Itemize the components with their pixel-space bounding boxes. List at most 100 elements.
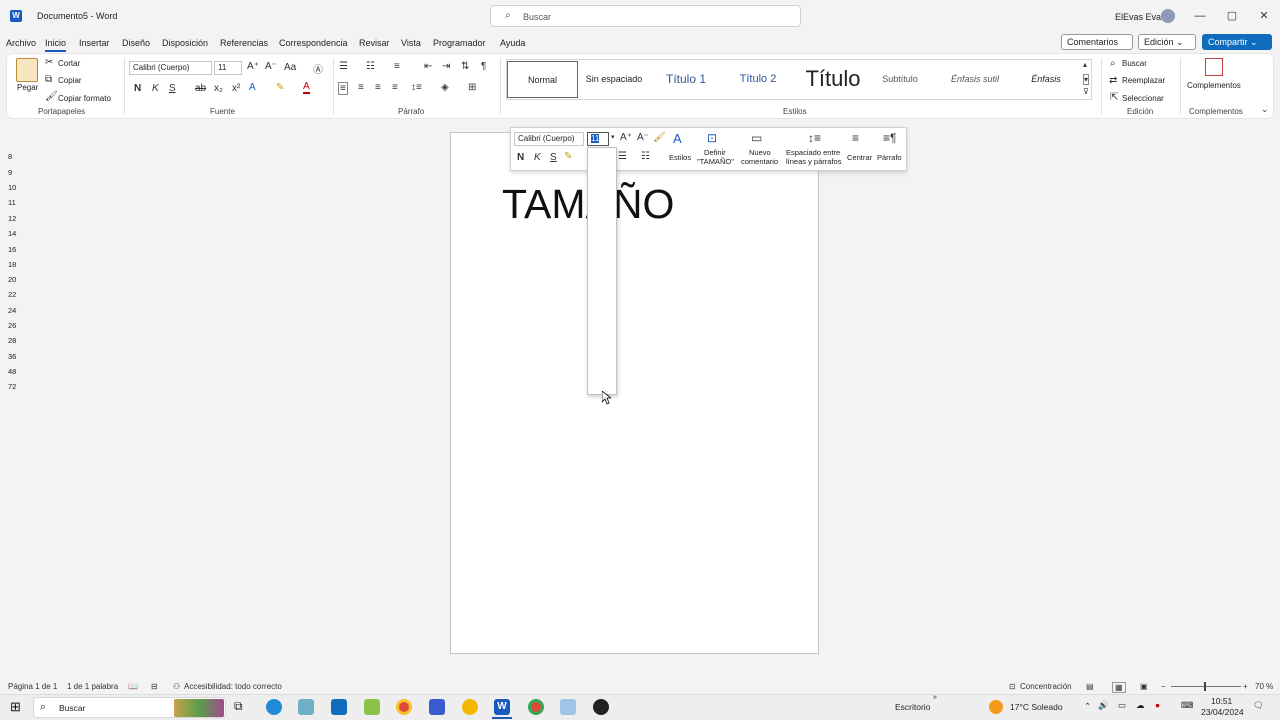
menu-revisar[interactable]: Revisar — [359, 38, 390, 48]
keyboard-icon[interactable]: ⌨ — [1181, 700, 1193, 711]
replace-button[interactable]: Reemplazar — [1122, 76, 1165, 85]
increase-indent-icon[interactable]: ⇥ — [442, 61, 450, 72]
mini-font-combo[interactable]: Calibri (Cuerpo) — [514, 132, 584, 146]
weather-text[interactable]: 17°C Soleado — [1010, 702, 1063, 712]
menu-archivo[interactable]: Archivo — [6, 38, 36, 48]
mini-bold-button[interactable]: N — [517, 152, 524, 163]
size-option[interactable]: 10 — [8, 183, 16, 192]
mini-comment-line2[interactable]: comentario — [741, 157, 778, 166]
paste-label[interactable]: Pegar — [17, 83, 38, 92]
dark-app-icon[interactable] — [593, 699, 609, 715]
size-option[interactable]: 26 — [8, 321, 16, 330]
focus-button[interactable]: Concentración — [1020, 682, 1072, 691]
zoom-slider[interactable] — [1171, 686, 1241, 687]
styles-scroll-down-icon[interactable]: ▾ — [1083, 74, 1090, 85]
styles-expand-icon[interactable]: ⊽ — [1083, 87, 1089, 96]
taskbar-search[interactable]: ⌕ Buscar — [33, 697, 226, 718]
edge-icon[interactable] — [266, 699, 282, 715]
style-title[interactable]: Título — [798, 59, 868, 99]
mini-define-line1[interactable]: Definir — [704, 148, 726, 157]
read-mode-icon[interactable]: ▤ — [1086, 682, 1094, 691]
size-option[interactable]: 22 — [8, 290, 16, 299]
menu-vista[interactable]: Vista — [401, 38, 421, 48]
style-subtitle[interactable]: Subtítulo — [872, 59, 928, 99]
style-heading-2[interactable]: Título 2 — [730, 59, 786, 99]
strikethrough-icon[interactable]: ab — [195, 83, 206, 94]
mini-bullets-icon[interactable]: ☰ — [618, 151, 627, 162]
pen-app-icon[interactable] — [298, 699, 314, 715]
chevron-up-icon[interactable]: ⌃ — [1084, 701, 1091, 712]
comments-button[interactable]: Comentarios — [1061, 34, 1133, 50]
line-spacing-icon[interactable]: ↕≡ — [411, 82, 422, 93]
grow-font-icon[interactable]: A⁺ — [247, 61, 259, 72]
bullets-icon[interactable]: ☰ — [339, 61, 348, 72]
zoom-level[interactable]: 70 % — [1255, 682, 1273, 691]
style-emphasis[interactable]: Énfasis — [1020, 59, 1072, 99]
mini-define-line2[interactable]: "TAMAÑO" — [697, 157, 734, 166]
title-search-box[interactable]: ⌕ Buscar — [490, 5, 801, 27]
word-taskbar-icon[interactable]: W — [494, 699, 510, 715]
spelling-icon[interactable]: 📖 — [128, 682, 138, 691]
size-option[interactable]: 14 — [8, 229, 16, 238]
borders-icon[interactable]: ⊞ — [468, 82, 476, 93]
notifications-icon[interactable]: 🗨 — [1253, 700, 1264, 711]
mini-paragraph-button[interactable]: Párrafo — [877, 153, 902, 162]
bold-button[interactable]: N — [134, 83, 141, 94]
style-normal[interactable]: Normal — [507, 61, 578, 98]
style-subtle-emphasis[interactable]: Énfasis sutil — [943, 59, 1007, 99]
size-option[interactable]: 72 — [8, 382, 16, 391]
web-layout-icon[interactable]: ▣ — [1140, 682, 1148, 691]
style-heading-1[interactable]: Título 1 — [656, 59, 716, 99]
size-option[interactable]: 24 — [8, 306, 16, 315]
size-option[interactable]: 12 — [8, 214, 16, 223]
paste-icon[interactable] — [16, 58, 38, 82]
notes-app-icon[interactable] — [364, 699, 380, 715]
user-name[interactable]: ElEvas Evas — [1115, 12, 1166, 22]
justify-icon[interactable]: ≡ — [392, 82, 398, 93]
menu-diseno[interactable]: Diseño — [122, 38, 150, 48]
size-option[interactable]: 18 — [8, 260, 16, 269]
print-layout-icon[interactable]: ▦ — [1112, 682, 1126, 693]
store-icon[interactable] — [331, 699, 347, 715]
align-left-icon[interactable]: ≡ — [338, 82, 348, 95]
multilevel-list-icon[interactable]: ≡ — [394, 61, 400, 72]
chrome-icon[interactable] — [396, 699, 412, 715]
tablet-app-icon[interactable] — [560, 699, 576, 715]
font-color-icon[interactable]: A — [303, 82, 310, 94]
mini-grow-font-icon[interactable]: A⁺ — [620, 132, 632, 143]
mini-spacing-line2[interactable]: líneas y párrafos — [786, 157, 841, 166]
mini-spacing-line1[interactable]: Espaciado entre — [786, 148, 840, 157]
copy-button[interactable]: Copiar — [58, 76, 82, 85]
zoom-in-icon[interactable]: + — [1243, 682, 1248, 691]
mini-size-dropdown-icon[interactable]: ▾ — [611, 133, 615, 141]
size-option[interactable]: 20 — [8, 275, 16, 284]
user-avatar[interactable] — [1161, 9, 1175, 23]
volume-icon[interactable]: 🔊 — [1098, 700, 1109, 711]
mini-italic-button[interactable]: K — [534, 152, 541, 163]
size-option[interactable]: 8 — [8, 152, 12, 161]
format-painter-button[interactable]: Copiar formato — [58, 94, 111, 103]
menu-insertar[interactable]: Insertar — [79, 38, 110, 48]
minimize-button[interactable]: — — [1190, 7, 1210, 25]
menu-inicio[interactable]: Inicio — [45, 38, 67, 52]
zoom-slider-thumb[interactable] — [1204, 682, 1206, 691]
menu-disposicion[interactable]: Disposición — [162, 38, 208, 48]
maximize-button[interactable]: ▢ — [1222, 7, 1242, 25]
sort-icon[interactable]: ⇅ — [461, 61, 469, 72]
mini-define-icon[interactable]: ⊡ — [707, 131, 717, 145]
mini-center-button[interactable]: Centrar — [847, 153, 872, 162]
share-button[interactable]: Compartir ⌄ — [1202, 34, 1272, 50]
menu-referencias[interactable]: Referencias — [220, 38, 268, 48]
desktop-toolbar[interactable]: Escritorio — [895, 702, 930, 712]
notification-app-icon[interactable]: ● — [1155, 700, 1160, 710]
mini-numbering-icon[interactable]: ☷ — [641, 151, 650, 162]
mini-spacing-icon[interactable]: ↕≡ — [808, 131, 821, 145]
show-marks-icon[interactable]: ¶ — [481, 61, 486, 72]
size-option[interactable]: 9 — [8, 168, 12, 177]
size-option[interactable]: 11 — [8, 198, 16, 207]
mini-shrink-font-icon[interactable]: A⁻ — [637, 132, 649, 143]
mini-styles-icon[interactable]: A — [673, 131, 682, 146]
shading-icon[interactable]: ◈ — [441, 82, 449, 93]
network-icon[interactable]: ▭ — [1118, 700, 1126, 711]
align-center-icon[interactable]: ≡ — [358, 82, 364, 93]
